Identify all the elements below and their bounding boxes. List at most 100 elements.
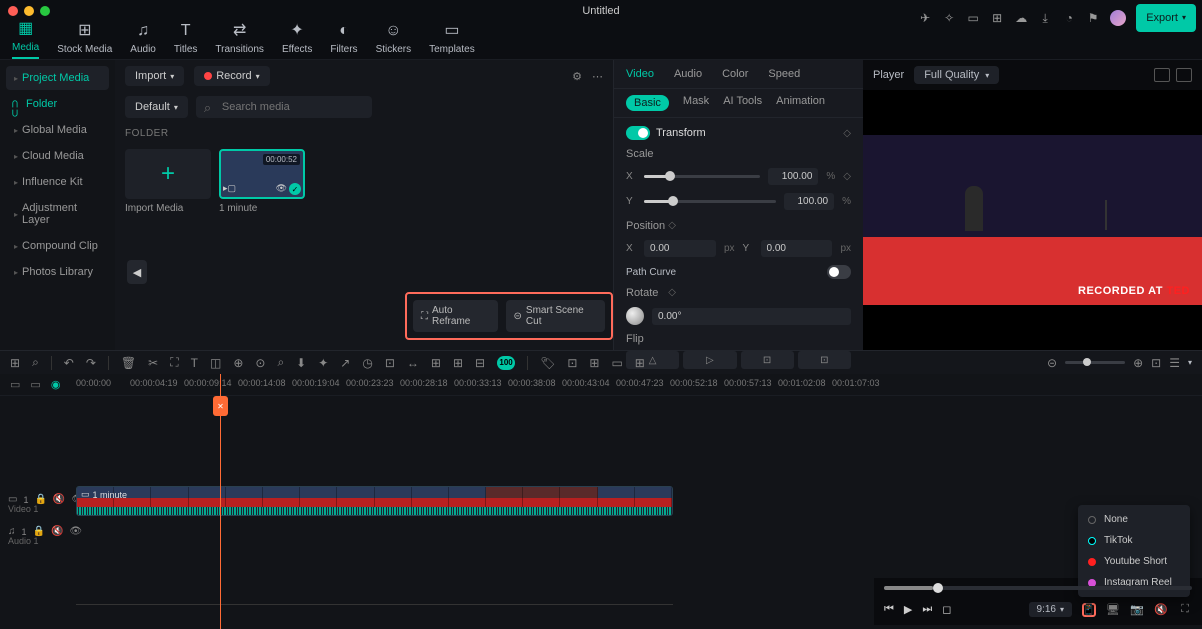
timeline-ruler[interactable]: ▭ ▭ ◉ 00:00:00 00:00:04:19 00:00:09:14 0… [0,374,1202,396]
play-button[interactable]: ▶ [904,603,912,616]
tool-20[interactable]: ▭ [611,356,622,370]
fullscreen-icon[interactable]: ⛶ [1178,603,1192,617]
flip-btn-3[interactable]: ⊡ [741,351,794,369]
quality-dropdown[interactable]: Full Quality▾ [914,66,999,84]
tool-10[interactable]: ✦ [318,356,328,370]
format-none[interactable]: None [1078,509,1190,530]
playhead[interactable] [220,374,221,629]
tab-templates[interactable]: ▭Templates [429,20,475,59]
crop-icon[interactable]: ⛶ [170,355,178,370]
subtab-mask[interactable]: Mask [683,95,709,111]
subtab-ai-tools[interactable]: AI Tools [723,95,762,111]
next-frame-button[interactable]: ⏭ [922,603,932,616]
compare-icon[interactable] [1154,68,1170,82]
send-icon[interactable]: ✈ [918,11,932,25]
fit-icon[interactable]: ⊡ [1151,356,1161,370]
tool-9[interactable]: ⬇ [296,356,306,370]
auto-reframe-button[interactable]: ⛶Auto Reframe [413,300,498,332]
tab-audio[interactable]: ♫Audio [130,22,156,59]
tool-5[interactable]: ◫ [210,356,221,370]
smart-scene-cut-button[interactable]: ⊝Smart Scene Cut [506,300,605,332]
bell-icon[interactable]: ◔ [1062,11,1076,25]
preview-icon[interactable]: 👁 [276,183,287,195]
tool-21[interactable]: ⊞ [635,356,645,370]
scale-y-input[interactable] [784,193,834,210]
ruler-icon-3[interactable]: ◉ [51,378,61,391]
keyframe-icon[interactable]: ◇ [668,220,676,232]
tool-select[interactable]: ⊞ [10,356,20,370]
mute-icon[interactable]: 🔇 [51,526,63,537]
sidebar-influence-kit[interactable]: Influence Kit [6,170,109,194]
mute-icon[interactable]: 🔇 [53,494,65,505]
tool-11[interactable]: ↗ [340,356,350,370]
import-dropdown[interactable]: Import ▾ [125,66,184,86]
video-clip[interactable]: ▭1 minute [76,486,673,516]
tab-transitions[interactable]: ⇄Transitions [215,20,264,59]
inspector-tab-color[interactable]: Color [722,68,748,80]
inspector-tab-audio[interactable]: Audio [674,68,702,80]
filter-icon[interactable]: ⚙ [572,70,582,83]
tool-19[interactable]: ⊞ [589,356,599,370]
flip-btn-4[interactable]: ⊡ [798,351,851,369]
nav-prev[interactable]: ◀ [127,260,147,284]
record-dropdown[interactable]: Record ▾ [194,66,269,86]
scale-y-slider[interactable] [644,200,776,203]
keyframe-icon[interactable]: ◇ [668,287,676,299]
tool-15[interactable]: ⊞ [431,356,441,370]
tool-16[interactable]: ⊞ [453,356,463,370]
ruler-icon-2[interactable]: ▭ [30,378,40,391]
position-x-input[interactable] [644,240,716,257]
sidebar-project-media[interactable]: Project Media [6,66,109,90]
tool-8[interactable]: ⌕ [277,355,284,370]
ruler-icon-1[interactable]: ▭ [10,378,20,391]
sidebar-global-media[interactable]: Global Media [6,118,109,142]
magnetic-badge[interactable]: 100 [497,356,515,370]
download-icon[interactable]: ⤓ [1038,11,1052,25]
zoom-slider[interactable] [1065,361,1125,364]
sort-dropdown[interactable]: Default ▾ [125,96,188,118]
subtab-basic[interactable]: Basic [626,95,669,111]
scale-x-input[interactable] [768,168,818,185]
tab-stock-media[interactable]: ⊞Stock Media [57,20,112,59]
preview-viewport[interactable]: RECORDED AT TED [863,90,1202,350]
rotate-input[interactable] [652,308,851,325]
inspector-tab-video[interactable]: Video [626,68,654,80]
sidebar-cloud-media[interactable]: Cloud Media [6,144,109,168]
tool-12[interactable]: ◷ [362,356,372,370]
path-curve-toggle[interactable] [827,265,851,279]
keyframe-icon[interactable]: ◇ [843,171,851,182]
flip-v-button[interactable]: ▷ [683,351,736,369]
prev-frame-button[interactable]: ⏮ [884,603,894,616]
zoom-out-icon[interactable]: ⊝ [1047,356,1057,370]
desktop-preview-icon[interactable]: 🖥 [1106,603,1120,617]
user-avatar[interactable] [1110,10,1126,26]
undo-icon[interactable]: ↶ [64,356,74,370]
layout-icon[interactable]: ⊞ [990,11,1004,25]
tool-7[interactable]: ⊙ [255,356,265,370]
sidebar-adjustment-layer[interactable]: Adjustment Layer [6,196,109,232]
tab-media[interactable]: ▦Media [12,18,39,59]
sparkle-icon[interactable]: ✧ [942,11,956,25]
search-input[interactable] [196,96,372,118]
marker-icon[interactable]: 🏷 [540,356,555,370]
link-xy-icon[interactable]: ⊂⊃ [9,99,22,117]
tool-14[interactable]: ↔ [407,356,419,370]
tool-13[interactable]: ⊡ [385,356,395,370]
more-icon[interactable]: ⋯ [592,70,603,83]
volume-icon[interactable]: 🔇 [1154,603,1168,617]
subtab-animation[interactable]: Animation [776,95,825,111]
gift-icon[interactable]: ⚑ [1086,11,1100,25]
redo-icon[interactable]: ↷ [86,356,96,370]
snapshot-icon[interactable]: 📷 [1130,603,1144,617]
tab-filters[interactable]: ◐Filters [330,22,357,59]
sidebar-photos-library[interactable]: Photos Library [6,260,109,284]
format-youtube-short[interactable]: Youtube Short [1078,551,1190,572]
media-clip-1minute[interactable]: 00:00:52 ▸▢ 👁✓ 1 minute [219,149,305,214]
phone-preview-icon[interactable]: 📱 [1082,603,1096,617]
stop-button[interactable]: ◻ [942,603,951,616]
cut-icon[interactable]: ✂ [148,356,158,370]
eye-icon[interactable]: 👁 [69,526,82,537]
tool-17[interactable]: ⊟ [475,356,485,370]
screen-icon[interactable]: ▭ [966,11,980,25]
tab-effects[interactable]: ✦Effects [282,20,312,59]
